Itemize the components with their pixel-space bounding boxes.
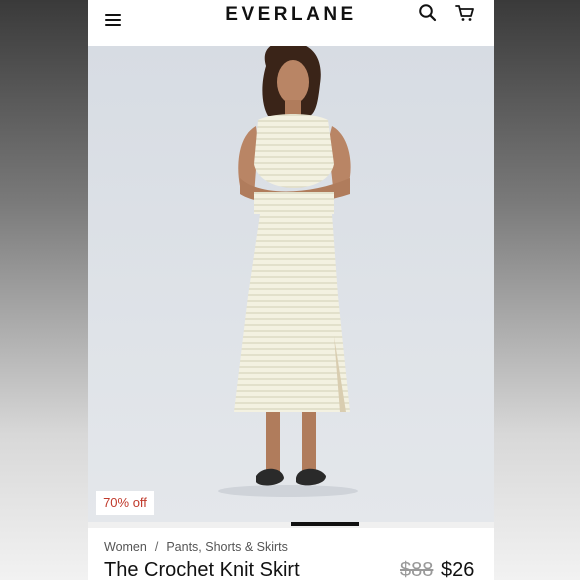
- top-navigation-bar: EVERLANE: [88, 0, 494, 46]
- product-title: The Crochet Knit Skirt: [104, 559, 300, 580]
- model-figure-illustration: [218, 46, 358, 497]
- carousel-active-indicator: [291, 522, 359, 526]
- breadcrumb-item-pants-shorts-skirts[interactable]: Pants, Shorts & Skirts: [166, 540, 288, 554]
- breadcrumb-item-women[interactable]: Women: [104, 540, 147, 554]
- background-left: [0, 0, 88, 580]
- discount-badge: 70% off: [96, 491, 154, 515]
- breadcrumb-separator: /: [154, 540, 159, 554]
- shopping-cart-icon[interactable]: [454, 3, 476, 23]
- background-right: [494, 0, 580, 580]
- original-price: $88: [400, 559, 434, 580]
- product-page: EVERLANE 70% off Women / Pants, Shorts &…: [88, 0, 494, 580]
- image-carousel-indicator[interactable]: [88, 522, 494, 528]
- sale-price: $26: [441, 559, 475, 580]
- breadcrumb: Women / Pants, Shorts & Skirts: [104, 540, 288, 554]
- product-image[interactable]: 70% off: [88, 46, 494, 526]
- search-icon[interactable]: [418, 3, 438, 23]
